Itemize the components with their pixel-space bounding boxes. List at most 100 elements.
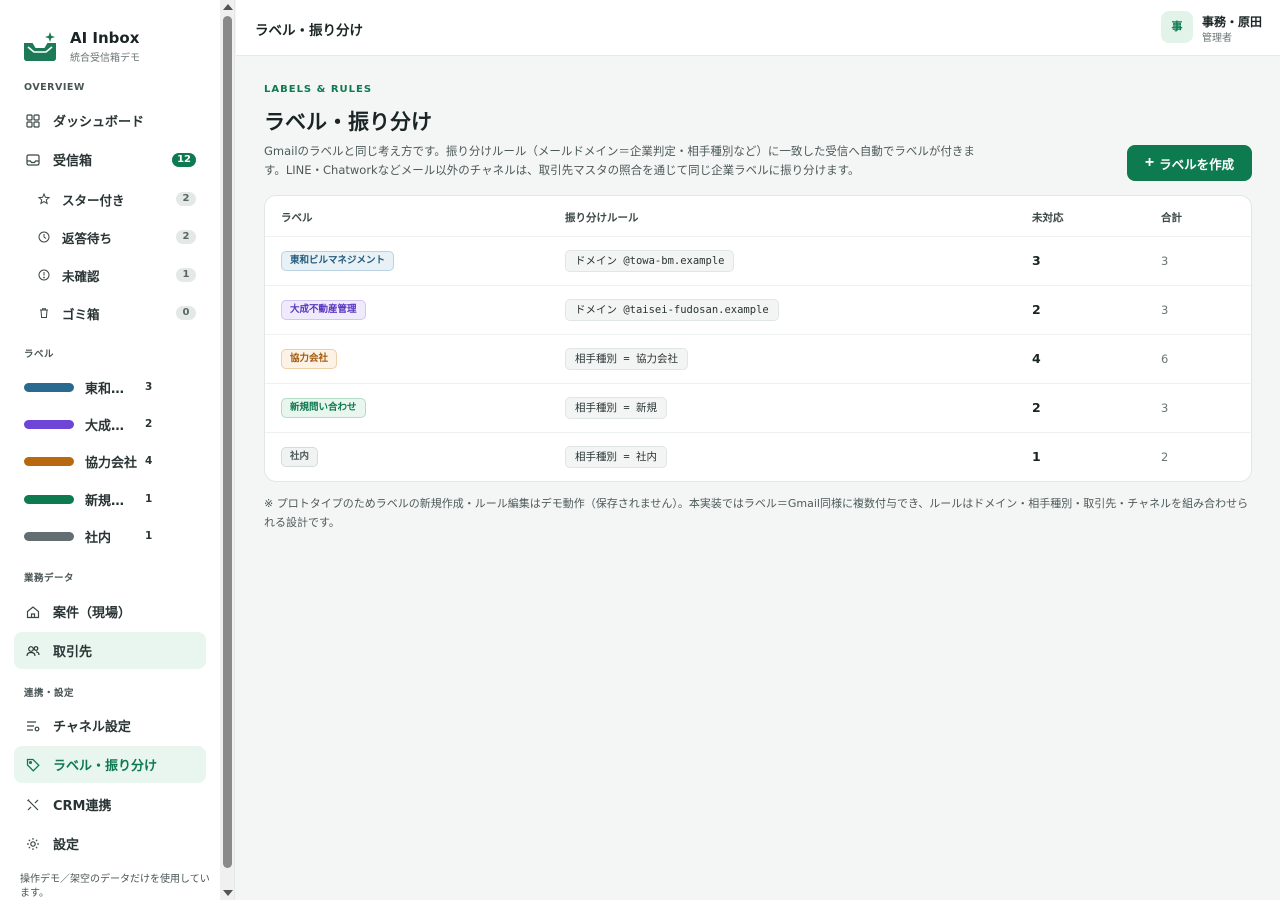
nav-labels-rules[interactable]: ラベル・振り分け <box>14 746 206 783</box>
sidebar-label-new-inquiry[interactable]: 新規問い合わせ 1 <box>24 489 194 509</box>
rule-chip[interactable]: 相手種別 = 新規 <box>565 397 667 419</box>
pending-count: 1 <box>1032 449 1041 464</box>
topbar-title: ラベル・振り分け <box>255 23 363 39</box>
awaiting-count-badge: 2 <box>176 230 196 244</box>
nav-starred[interactable]: スター付き 2 <box>38 184 206 214</box>
sidebar: AI Inbox 統合受信箱デモ OVERVIEW ダッシュボード 受信箱 12… <box>0 0 220 900</box>
nav-awaiting-label: 返答待ち <box>62 230 113 246</box>
label-color-bar <box>24 419 74 429</box>
brand[interactable]: AI Inbox 統合受信箱デモ <box>0 0 220 70</box>
total-count: 3 <box>1161 303 1169 317</box>
sidebar-label-count: 2 <box>145 418 153 430</box>
sidebar-label-name: 大成不動産管理 <box>85 418 137 434</box>
sidebar-label-taisei[interactable]: 大成不動産管理 2 <box>24 414 194 434</box>
sidebar-label-partners[interactable]: 協力会社 4 <box>24 451 194 471</box>
rule-chip[interactable]: ドメイン @taisei-fudosan.example <box>565 299 779 321</box>
unconfirmed-count-badge: 1 <box>176 268 196 282</box>
sidebar-label-count: 1 <box>145 530 153 542</box>
total-count: 3 <box>1161 401 1169 415</box>
tag-icon <box>26 758 40 772</box>
brand-title: AI Inbox <box>70 29 140 47</box>
sidebar-label-name: 新規問い合わせ <box>85 493 137 509</box>
column-header-label: ラベル <box>281 212 313 224</box>
label-chip[interactable]: 新規問い合わせ <box>281 398 366 418</box>
nav-trash[interactable]: ゴミ箱 0 <box>38 298 206 328</box>
user-role: 管理者 <box>1202 33 1232 44</box>
label-chip[interactable]: 大成不動産管理 <box>281 300 366 320</box>
sidebar-label-count: 4 <box>145 455 153 467</box>
label-chip[interactable]: 協力会社 <box>281 349 338 369</box>
inbox-icon <box>26 153 40 167</box>
create-label-button[interactable]: + ラベルを作成 <box>1127 145 1252 181</box>
sidebar-scrollbar[interactable] <box>220 0 235 900</box>
pending-count: 4 <box>1032 351 1041 366</box>
page-eyebrow: LABELS & RULES <box>264 84 373 95</box>
table-row[interactable]: 社内 相手種別 = 社内 1 2 <box>265 432 1251 481</box>
nav-inbox[interactable]: 受信箱 12 <box>14 141 206 178</box>
table-row[interactable]: 協力会社 相手種別 = 協力会社 4 6 <box>265 334 1251 383</box>
sidebar-footer-note: 操作デモ／架空のデータだけを使用しています。 <box>20 874 210 899</box>
trash-count-badge: 0 <box>176 306 196 320</box>
section-overview: OVERVIEW <box>24 82 85 93</box>
star-icon <box>38 193 50 205</box>
label-color-bar <box>24 494 74 504</box>
user-name: 事務・原田 <box>1202 15 1263 29</box>
labels-table: ラベル 振り分けルール 未対応 合計 東和ビルマネジメント ドメイン @towa… <box>264 195 1252 482</box>
nav-crm[interactable]: CRM連携 <box>14 786 206 823</box>
section-labels: ラベル <box>24 349 55 360</box>
brand-subtitle: 統合受信箱デモ <box>70 53 140 64</box>
section-integration-settings: 連携・設定 <box>24 688 75 699</box>
nav-unconfirmed[interactable]: 未確認 1 <box>38 260 206 290</box>
footnote: ※ プロトタイプのためラベルの新規作成・ルール編集はデモ動作（保存されません）。… <box>264 497 1249 529</box>
nav-clients-label: 取引先 <box>53 645 93 660</box>
table-row[interactable]: 東和ビルマネジメント ドメイン @towa-bm.example 3 3 <box>265 236 1251 285</box>
sidebar-label-towa[interactable]: 東和ビルマネジメント 3 <box>24 377 194 397</box>
alert-icon <box>38 269 50 281</box>
page-title: ラベル・振り分け <box>264 110 432 134</box>
nav-settings-label: 設定 <box>53 838 80 853</box>
nav-projects-label: 案件（現場） <box>53 606 132 621</box>
nav-awaiting-reply[interactable]: 返答待ち 2 <box>38 222 206 252</box>
nav-channel-settings-label: チャネル設定 <box>53 720 131 735</box>
rule-chip[interactable]: 相手種別 = 協力会社 <box>565 348 688 370</box>
users-icon <box>26 644 40 658</box>
gear-icon <box>26 837 40 851</box>
create-label-button-label: ラベルを作成 <box>1159 157 1235 172</box>
label-chip[interactable]: 社内 <box>281 447 319 467</box>
column-header-rule: 振り分けルール <box>565 212 639 224</box>
rule-chip[interactable]: ドメイン @towa-bm.example <box>565 250 735 272</box>
nav-unconfirmed-label: 未確認 <box>62 268 100 284</box>
nav-labels-rules-label: ラベル・振り分け <box>53 759 158 774</box>
grid-icon <box>26 113 40 128</box>
column-header-total: 合計 <box>1161 212 1182 224</box>
nav-trash-label: ゴミ箱 <box>62 306 100 322</box>
nav-inbox-label: 受信箱 <box>53 154 93 169</box>
tools-icon <box>26 798 40 812</box>
channel-settings-icon <box>26 719 40 733</box>
trash-icon <box>38 307 50 319</box>
nav-clients[interactable]: 取引先 <box>14 632 206 669</box>
inbox-count-badge: 12 <box>172 152 196 167</box>
avatar[interactable]: 事 <box>1161 11 1193 43</box>
sidebar-label-internal[interactable]: 社内 1 <box>24 526 194 546</box>
scroll-up-arrow-icon[interactable] <box>223 4 233 10</box>
pending-count: 2 <box>1032 400 1041 415</box>
total-count: 6 <box>1161 352 1169 366</box>
nav-projects[interactable]: 案件（現場） <box>14 593 206 630</box>
home-icon <box>26 605 40 619</box>
rule-chip[interactable]: 相手種別 = 社内 <box>565 446 667 468</box>
scroll-down-arrow-icon[interactable] <box>223 890 233 896</box>
table-row[interactable]: 新規問い合わせ 相手種別 = 新規 2 3 <box>265 383 1251 432</box>
scroll-thumb[interactable] <box>223 16 232 868</box>
nav-dashboard[interactable]: ダッシュボード <box>14 102 206 139</box>
pending-count: 2 <box>1032 302 1041 317</box>
topbar: ラベル・振り分け 事 事務・原田 管理者 <box>236 0 1280 56</box>
clock-icon <box>38 231 50 243</box>
sidebar-label-count: 3 <box>145 381 153 393</box>
starred-count-badge: 2 <box>176 192 196 206</box>
nav-settings[interactable]: 設定 <box>14 825 206 862</box>
table-row[interactable]: 大成不動産管理 ドメイン @taisei-fudosan.example 2 3 <box>265 285 1251 334</box>
section-business: 業務データ <box>24 573 75 584</box>
nav-channel-settings[interactable]: チャネル設定 <box>14 707 206 744</box>
label-chip[interactable]: 東和ビルマネジメント <box>281 251 395 271</box>
